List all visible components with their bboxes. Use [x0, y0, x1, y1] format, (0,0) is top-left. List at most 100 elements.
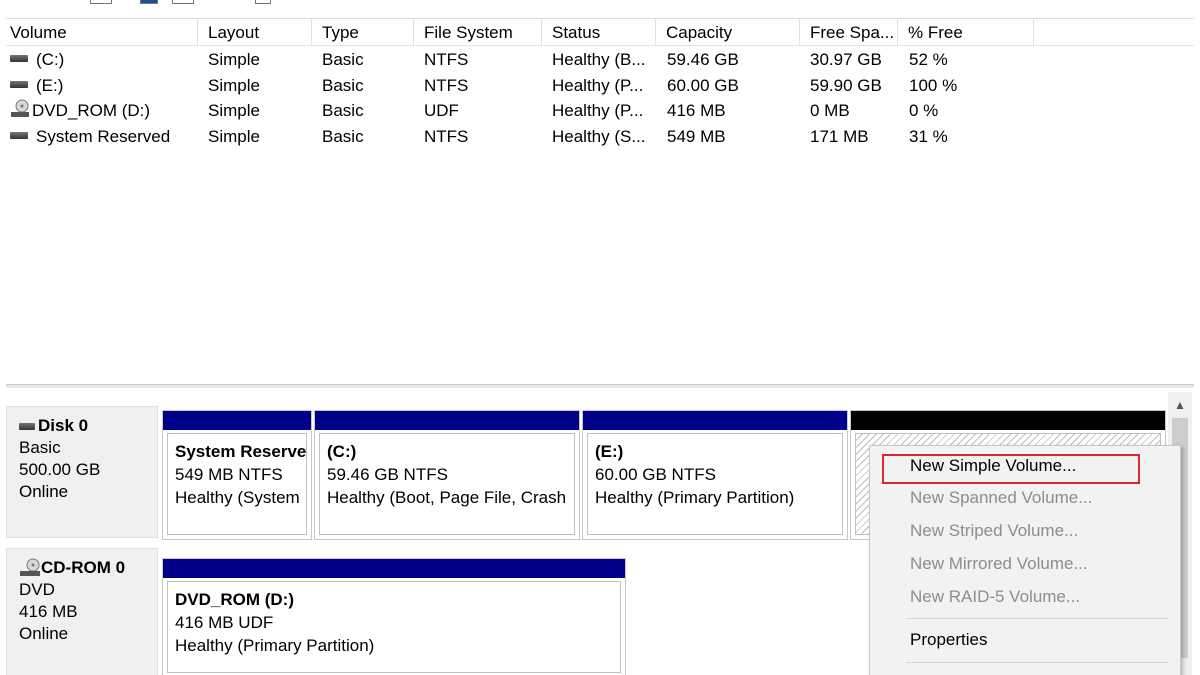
partition-bar	[583, 411, 847, 430]
partition-dvd-rom[interactable]: DVD_ROM (D:) 416 MB UDF Healthy (Primary…	[162, 558, 626, 675]
disk-type: DVD	[19, 580, 55, 599]
cdrom-0-label[interactable]: CD-ROM 0 DVD 416 MB Online	[6, 548, 158, 675]
partition-c[interactable]: (C:) 59.46 GB NTFS Healthy (Boot, Page F…	[314, 410, 580, 540]
cell-free-space: 59.90 GB	[810, 75, 882, 95]
partition-status: Healthy (Primary Partition)	[175, 636, 375, 655]
disk-icon	[19, 422, 35, 430]
partition-size: 549 MB NTFS	[175, 465, 283, 484]
partition-name: (E:)	[595, 442, 624, 461]
column-header-status[interactable]: Status	[548, 19, 656, 46]
disk-0-label[interactable]: Disk 0 Basic 500.00 GB Online	[6, 406, 158, 538]
cell-percent-free: 31 %	[909, 126, 948, 146]
cell-file-system: NTFS	[424, 75, 469, 95]
column-header-volume[interactable]: Volume	[6, 19, 198, 46]
partition-status: Healthy (Primary Partition)	[595, 488, 795, 507]
volume-list-header: Volume Layout Type File System Status Ca…	[6, 19, 1194, 46]
cell-volume: (C:)	[10, 47, 200, 72]
volume-name: (C:)	[36, 50, 65, 69]
menu-item-new-mirrored-volume[interactable]: New Mirrored Volume...	[910, 550, 1088, 578]
partition-bar	[163, 559, 625, 578]
column-header-type[interactable]: Type	[318, 19, 414, 46]
cell-free-space: 30.97 GB	[810, 50, 882, 69]
cell-capacity: 416 MB	[667, 101, 726, 120]
cell-free-space: 171 MB	[810, 126, 869, 146]
table-row[interactable]: System Reserved Simple Basic NTFS Healthy (S…	[6, 124, 1194, 149]
cell-layout: Simple	[208, 75, 260, 95]
column-header-free-space[interactable]: Free Spa...	[806, 19, 898, 46]
disk-state: Online	[19, 482, 69, 501]
partition-system-reserved[interactable]: System Reserve 549 MB NTFS Healthy (Syst…	[162, 410, 312, 540]
partition-status: Healthy (Boot, Page File, Crash	[327, 488, 567, 507]
cell-type: Basic	[322, 75, 364, 95]
cell-percent-free: 0 %	[909, 101, 939, 120]
disk-state: Online	[19, 624, 69, 643]
cell-volume: (E:)	[10, 73, 200, 98]
cell-layout: Simple	[208, 101, 260, 120]
table-row[interactable]: DVD_ROM (D:) Simple Basic UDF Healthy (P... 4…	[6, 98, 1194, 123]
cdrom-icon	[20, 558, 40, 576]
cell-type: Basic	[322, 101, 364, 120]
column-header-capacity[interactable]: Capacity	[662, 19, 800, 46]
volume-name: DVD_ROM (D:)	[32, 101, 151, 120]
partition-size: 60.00 GB NTFS	[595, 465, 716, 484]
cell-percent-free: 52 %	[909, 50, 948, 69]
column-header-layout[interactable]: Layout	[204, 19, 312, 46]
partition-size: 59.46 GB NTFS	[327, 465, 448, 484]
column-header-percent-free[interactable]: % Free	[904, 19, 1034, 46]
cell-status: Healthy (S...	[552, 126, 646, 146]
toolbar-button-1[interactable]	[90, 0, 112, 4]
drive-icon	[10, 55, 28, 63]
dvd-icon	[10, 99, 30, 119]
disk-name: CD-ROM 0	[41, 558, 126, 577]
partition-size: 416 MB UDF	[175, 613, 274, 632]
unallocated-bar	[851, 411, 1165, 430]
disk-size: 416 MB	[19, 602, 78, 621]
toolbar-button-2[interactable]	[140, 0, 158, 4]
cell-capacity: 59.46 GB	[667, 50, 739, 69]
cell-free-space: 0 MB	[810, 101, 850, 120]
disk-type: Basic	[19, 438, 61, 457]
menu-item-new-striped-volume[interactable]: New Striped Volume...	[910, 517, 1078, 545]
toolbar	[0, 0, 1200, 6]
context-menu: New Simple Volume... New Spanned Volume.…	[869, 445, 1181, 675]
column-header-file-system[interactable]: File System	[420, 19, 542, 46]
menu-item-new-spanned-volume[interactable]: New Spanned Volume...	[910, 484, 1092, 512]
partition-name: System Reserve	[175, 442, 307, 461]
menu-item-new-simple-volume[interactable]: New Simple Volume...	[910, 452, 1076, 480]
cell-percent-free: 100 %	[909, 75, 958, 95]
cell-status: Healthy (B...	[552, 50, 646, 69]
partition-status: Healthy (System	[175, 488, 300, 507]
partition-name: DVD_ROM (D:)	[175, 590, 294, 609]
pane-splitter[interactable]	[6, 384, 1194, 388]
cell-file-system: UDF	[424, 101, 459, 120]
cell-status: Healthy (P...	[552, 75, 644, 95]
menu-item-new-raid5-volume[interactable]: New RAID-5 Volume...	[910, 583, 1080, 611]
volume-name: (E:)	[36, 75, 64, 95]
drive-icon	[10, 80, 28, 88]
partition-bar	[163, 411, 311, 430]
cell-volume: DVD_ROM (D:)	[10, 98, 200, 123]
volume-list: Volume Layout Type File System Status Ca…	[6, 18, 1194, 384]
cell-layout: Simple	[208, 50, 260, 69]
menu-item-properties[interactable]: Properties	[910, 626, 987, 654]
cell-capacity: 549 MB	[667, 126, 726, 146]
cell-file-system: NTFS	[424, 50, 469, 69]
table-row[interactable]: (C:) Simple Basic NTFS Healthy (B... 59.46 GB…	[6, 47, 1194, 72]
cell-type: Basic	[322, 126, 364, 146]
partition-name: (C:)	[327, 442, 357, 461]
back-icon[interactable]	[14, 0, 28, 4]
table-row[interactable]: (E:) Simple Basic NTFS Healthy (P... 60.00 GB…	[6, 73, 1194, 98]
cell-status: Healthy (P...	[552, 101, 644, 120]
cell-layout: Simple	[208, 126, 260, 146]
cell-volume: System Reserved	[10, 124, 200, 149]
menu-separator	[906, 662, 1168, 663]
drive-icon	[10, 131, 28, 139]
toolbar-button-3[interactable]	[172, 0, 194, 4]
partition-bar	[315, 411, 579, 430]
scroll-up-icon[interactable]: ▲	[1174, 398, 1186, 412]
cell-capacity: 60.00 GB	[667, 75, 739, 95]
disk-size: 500.00 GB	[19, 460, 101, 479]
volume-name: System Reserved	[36, 126, 171, 146]
partition-e[interactable]: (E:) 60.00 GB NTFS Healthy (Primary Part…	[582, 410, 848, 540]
toolbar-button-4[interactable]	[255, 0, 271, 4]
